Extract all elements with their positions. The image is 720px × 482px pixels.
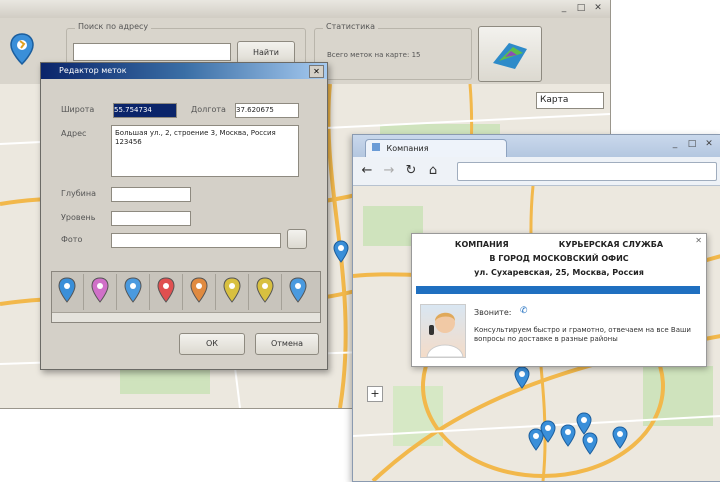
yellow-pin-icon: [256, 277, 274, 303]
marker-style-option[interactable]: [151, 274, 183, 310]
dialog-titlebar: Редактор меток ✕: [41, 63, 327, 79]
map-marker-icon[interactable]: [611, 426, 629, 452]
map-type-select[interactable]: Карта: [536, 92, 604, 109]
light-blue-pin-icon: [124, 277, 142, 303]
browser-tab[interactable]: Компания: [365, 139, 507, 158]
address-bar[interactable]: [457, 162, 717, 181]
reload-icon[interactable]: ↻: [403, 163, 419, 179]
minimize-icon[interactable]: _: [669, 139, 681, 149]
marker-style-option[interactable]: [283, 274, 314, 310]
map-pin-icon: [10, 33, 34, 66]
map-marker-icon[interactable]: [581, 432, 599, 458]
level-label: Уровень: [61, 213, 96, 222]
depth-label: Глубина: [61, 189, 96, 198]
blue-pin-icon: [58, 277, 76, 303]
map-marker-icon[interactable]: [513, 366, 531, 392]
person-avatar-icon: [426, 312, 464, 358]
forward-icon[interactable]: →: [381, 163, 397, 179]
marker-style-option[interactable]: [52, 274, 84, 310]
longitude-input[interactable]: 37.620675: [235, 103, 299, 118]
contact-person-photo: [420, 304, 466, 358]
popup-address: ул. Сухаревская, 25, Москва, Россия: [474, 268, 644, 277]
maximize-icon[interactable]: □: [575, 3, 587, 13]
marker-info-popup: ✕ КОМПАНИЯ КУРЬЕРСКАЯ СЛУЖБА В ГОРОД МОС…: [411, 233, 707, 367]
latitude-label: Широта: [61, 105, 95, 114]
popup-company-line: КОМПАНИЯ КУРЬЕРСКАЯ СЛУЖБА: [454, 240, 664, 249]
browse-photo-button[interactable]: [287, 229, 307, 249]
add-marker-button[interactable]: [4, 28, 40, 72]
popup-tagline: В ГОРОД МОСКОВСКИЙ ОФИС: [489, 254, 629, 263]
map-marker-icon[interactable]: [539, 420, 557, 446]
tab-title: Компания: [386, 144, 429, 153]
address-label: Адрес: [61, 129, 87, 138]
browser-tabbar: Компания _ □ ✕: [353, 135, 720, 158]
map-marker-icon[interactable]: [332, 240, 350, 266]
dialog-close-icon[interactable]: ✕: [309, 65, 324, 78]
home-icon[interactable]: ⌂: [425, 163, 441, 179]
ok-button[interactable]: ОК: [179, 333, 245, 355]
app-titlebar: _ □ ✕: [0, 0, 610, 19]
browser-window: Компания _ □ ✕ ← → ↻ ⌂ + ✕ КОМПАНИЯ КУРЬ…: [352, 134, 720, 482]
popup-description: Консультируем быстро и грамотно, отвечае…: [474, 326, 691, 343]
browser-window-controls: _ □ ✕: [669, 139, 715, 149]
blue-pin-icon: [289, 277, 307, 303]
marker-style-option[interactable]: [217, 274, 249, 310]
browser-navbar: ← → ↻ ⌂: [353, 157, 720, 186]
yellow-pin-icon: [223, 277, 241, 303]
marker-count-text: Всего меток на карте: 15: [327, 51, 421, 59]
dialog-title: Редактор меток: [59, 66, 127, 75]
pink-pin-icon: [91, 277, 109, 303]
picker-scrollbar[interactable]: [52, 312, 320, 322]
map-export-icon: [493, 43, 527, 69]
address-textarea[interactable]: Большая ул., 2, строение 3, Москва, Росс…: [111, 125, 299, 177]
tab-favicon-icon: [372, 143, 380, 151]
marker-style-option[interactable]: [85, 274, 117, 310]
depth-input[interactable]: [111, 187, 191, 202]
marker-style-option[interactable]: [184, 274, 216, 310]
level-input[interactable]: [111, 211, 191, 226]
photo-path-input[interactable]: [111, 233, 281, 248]
red-pin-icon: [157, 277, 175, 303]
marker-icon-picker: [51, 271, 321, 323]
address-search-label: Поиск по адресу: [75, 22, 152, 31]
maximize-icon[interactable]: □: [686, 139, 698, 149]
zoom-in-button[interactable]: +: [367, 386, 383, 402]
popup-contact-label: Звоните:: [474, 308, 512, 317]
orange-pin-icon: [190, 277, 208, 303]
statistics-label: Статистика: [323, 22, 378, 31]
photo-label: Фото: [61, 235, 83, 244]
marker-editor-dialog: Редактор меток ✕ Широта 55.754734 Долгот…: [40, 62, 328, 370]
window-controls: _ □ ✕: [558, 3, 604, 13]
latitude-input[interactable]: 55.754734: [113, 103, 177, 118]
address-search-input[interactable]: [73, 43, 231, 61]
cancel-button[interactable]: Отмена: [255, 333, 319, 355]
export-map-button[interactable]: [478, 26, 542, 82]
statistics-group: Статистика Всего меток на карте: 15: [314, 22, 472, 80]
close-icon[interactable]: ✕: [592, 3, 604, 13]
marker-style-option[interactable]: [118, 274, 150, 310]
close-icon[interactable]: ✕: [703, 139, 715, 149]
minimize-icon[interactable]: _: [558, 3, 570, 13]
marker-style-option[interactable]: [250, 274, 282, 310]
longitude-label: Долгота: [191, 105, 226, 114]
back-icon[interactable]: ←: [359, 163, 375, 179]
phone-icon[interactable]: ✆: [520, 306, 528, 316]
popup-divider-bar: [416, 286, 700, 294]
